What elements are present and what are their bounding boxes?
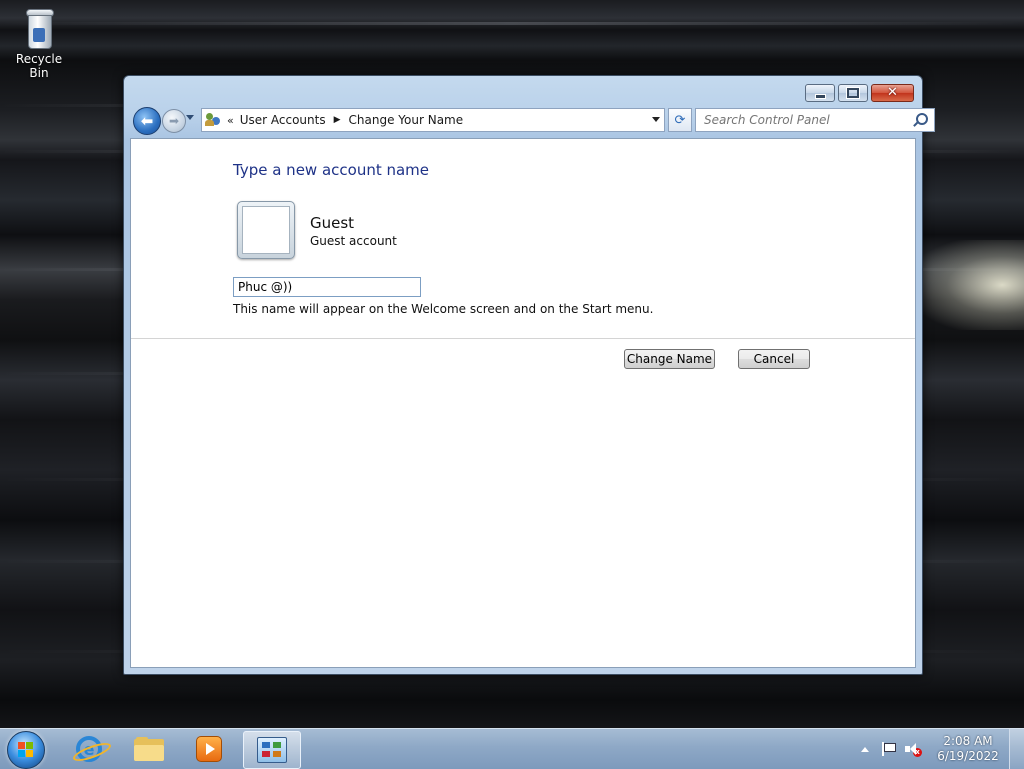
show-hidden-icons-icon[interactable] <box>861 746 869 752</box>
address-dropdown-icon[interactable] <box>652 117 660 122</box>
volume-muted-icon[interactable]: x <box>905 742 922 757</box>
close-button[interactable]: ✕ <box>871 84 914 102</box>
wallpaper-glow <box>915 240 1024 330</box>
breadcrumb-separator-icon[interactable]: ▶ <box>334 115 341 125</box>
taskbar-internet-explorer[interactable]: e <box>61 731 117 767</box>
breadcrumb-user-accounts[interactable]: User Accounts <box>240 113 326 127</box>
control-panel-icon <box>257 737 287 763</box>
search-input[interactable] <box>702 112 914 128</box>
show-desktop-button[interactable] <box>1009 729 1024 769</box>
recycle-bin-label: Recycle Bin <box>15 52 63 80</box>
page-title: Type a new account name <box>233 161 430 179</box>
back-arrow-icon: ⬅ <box>140 112 154 130</box>
clock-date: 6/19/2022 <box>937 749 999 763</box>
internet-explorer-icon: e <box>76 736 102 762</box>
taskbar-media-player[interactable] <box>181 731 237 767</box>
folder-icon <box>134 737 164 761</box>
forward-arrow-icon: ➡ <box>168 114 180 128</box>
media-player-icon <box>196 736 222 762</box>
content-pane: Type a new account name Guest Guest acco… <box>130 138 916 668</box>
close-icon: ✕ <box>887 85 898 100</box>
taskbar-windows-explorer[interactable] <box>121 731 177 767</box>
back-button[interactable]: ⬅ <box>133 107 161 135</box>
clock-time: 2:08 AM <box>943 734 993 748</box>
address-bar[interactable]: « User Accounts ▶ Change Your Name <box>201 108 665 132</box>
name-hint-text: This name will appear on the Welcome scr… <box>233 302 654 316</box>
caption-buttons: ✕ <box>802 84 914 102</box>
control-panel-window: ✕ ⬅ ➡ « User Accounts ▶ Change Your Name… <box>123 75 935 675</box>
account-type: Guest account <box>310 234 397 248</box>
taskbar: e x 2:08 AM 6/19/2022 <box>0 728 1024 769</box>
cancel-button[interactable]: Cancel <box>738 349 810 369</box>
refresh-button[interactable]: ⟳ <box>668 108 692 132</box>
new-name-input[interactable] <box>233 277 421 297</box>
windows-logo-icon <box>18 742 34 758</box>
search-box[interactable] <box>695 108 935 132</box>
account-name: Guest <box>310 214 355 232</box>
clock[interactable]: 2:08 AM 6/19/2022 <box>935 734 1001 764</box>
breadcrumb-overflow[interactable]: « <box>227 114 234 127</box>
action-center-flag-icon[interactable] <box>881 742 896 756</box>
navigation-bar: ⬅ ➡ « User Accounts ▶ Change Your Name ⟳ <box>131 106 935 135</box>
search-icon[interactable] <box>916 113 928 125</box>
user-accounts-icon <box>205 112 221 128</box>
recycle-bin-icon <box>24 6 54 49</box>
divider <box>131 338 915 339</box>
start-button[interactable] <box>7 731 45 769</box>
forward-button[interactable]: ➡ <box>162 109 186 133</box>
system-tray: x 2:08 AM 6/19/2022 <box>861 729 1024 769</box>
breadcrumb-change-your-name[interactable]: Change Your Name <box>349 113 464 127</box>
recent-pages-dropdown[interactable] <box>186 115 194 120</box>
change-name-button[interactable]: Change Name <box>624 349 715 369</box>
minimize-button[interactable] <box>805 84 835 102</box>
refresh-icon: ⟳ <box>674 112 686 128</box>
taskbar-control-panel[interactable] <box>243 731 301 769</box>
account-picture <box>237 201 295 259</box>
recycle-bin-shortcut[interactable]: Recycle Bin <box>6 6 72 80</box>
maximize-button[interactable] <box>838 84 868 102</box>
wallpaper-streak <box>0 22 1024 25</box>
